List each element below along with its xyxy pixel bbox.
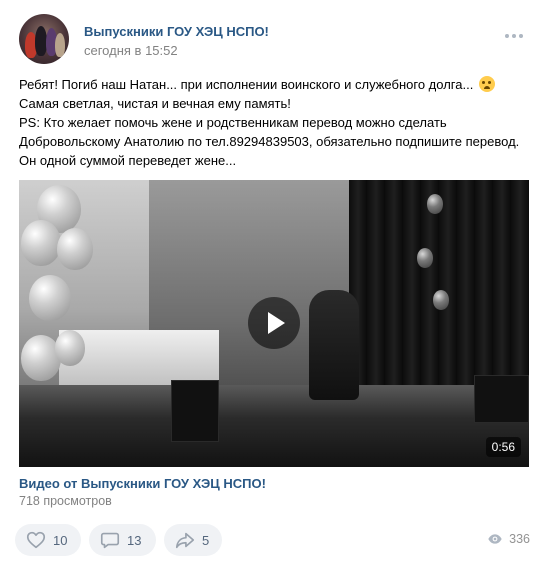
comment-icon (100, 532, 120, 549)
post-text-line: Самая светлая, чистая и вечная ему памят… (19, 96, 291, 111)
views-count: 336 (509, 532, 530, 546)
video-views: 718 просмотров (19, 494, 112, 508)
avatar[interactable] (19, 14, 69, 64)
video-scene-floor (19, 385, 529, 467)
post-text-line: PS: Кто желает помочь жене и родственник… (19, 115, 447, 130)
post-views: 336 (487, 531, 530, 547)
post-text-line: Он одной суммой переведет жене... (19, 153, 237, 168)
post-text: Ребят! Погиб наш Натан... при исполнении… (19, 75, 529, 170)
heart-icon (26, 531, 46, 549)
share-icon (175, 532, 195, 549)
comment-count: 13 (127, 532, 142, 548)
share-button[interactable]: 5 (164, 524, 222, 556)
balloon-shape (55, 330, 85, 366)
author-link[interactable]: Выпускники ГОУ ХЭЦ НСПО! (84, 24, 269, 39)
balloon-shape (433, 290, 449, 310)
balloon-shape (417, 248, 433, 268)
like-button[interactable]: 10 (15, 524, 81, 556)
wall-post: Выпускники ГОУ ХЭЦ НСПО! сегодня в 15:52… (0, 0, 543, 564)
video-scene-speaker (171, 380, 219, 442)
post-text-line: Добровольскому Анатолию по тел.892948395… (19, 134, 520, 149)
balloon-shape (29, 275, 71, 321)
video-scene-speaker (474, 375, 529, 423)
balloon-shape (427, 194, 443, 214)
eye-icon (488, 534, 502, 544)
video-player[interactable]: 0:56 (19, 180, 529, 467)
video-duration: 0:56 (485, 437, 521, 457)
crying-face-icon (478, 76, 495, 92)
balloon-shape (21, 220, 61, 266)
share-count: 5 (202, 532, 210, 548)
balloon-shape (57, 228, 93, 270)
like-count: 10 (53, 532, 68, 548)
video-title-link[interactable]: Видео от Выпускники ГОУ ХЭЦ НСПО! (19, 476, 266, 491)
post-header: Выпускники ГОУ ХЭЦ НСПО! сегодня в 15:52 (19, 14, 529, 66)
post-time[interactable]: сегодня в 15:52 (84, 43, 178, 58)
post-text-line: Ребят! Погиб наш Натан... при исполнении… (19, 75, 529, 94)
comment-button[interactable]: 13 (89, 524, 156, 556)
video-scene-performer (309, 290, 359, 400)
more-icon[interactable] (505, 31, 525, 41)
play-icon[interactable] (248, 297, 300, 349)
